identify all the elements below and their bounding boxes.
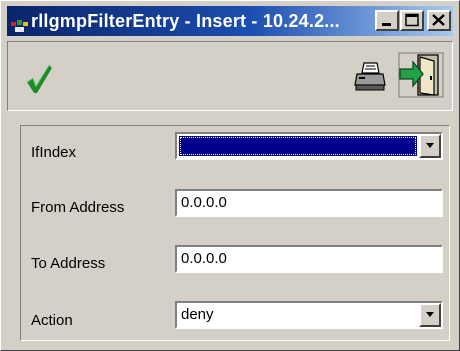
ok-button[interactable] [24,62,54,96]
dialog-window: rllgmpFilterEntry - Insert - 10.24.2... [0,0,460,351]
to-address-label: To Address [31,255,106,272]
from-address-label: From Address [31,199,125,216]
close-icon [432,14,445,26]
filter-entry-form: IfIndex From Address 0.0.0.0 To Address … [20,125,450,341]
window-title: rllgmpFilterEntry - Insert - 10.24.2... [31,11,340,31]
printer-icon [354,62,386,91]
ifindex-dropdown-button[interactable] [419,134,441,158]
minimize-icon [382,23,391,26]
action-value: deny [181,306,214,323]
print-button[interactable] [353,60,387,94]
app-icon [11,13,29,32]
exit-button[interactable] [398,52,444,98]
action-select[interactable]: deny [175,301,443,329]
chevron-down-icon [426,143,434,148]
toolbar [7,41,453,111]
action-label: Action [31,312,73,329]
action-dropdown-button[interactable] [419,303,441,327]
title-bar[interactable]: rllgmpFilterEntry - Insert - 10.24.2... [7,6,453,36]
chevron-down-icon [426,312,434,317]
exit-door-icon [398,52,444,98]
close-button[interactable] [427,10,451,31]
ifindex-select[interactable] [175,132,443,160]
ifindex-label: IfIndex [31,144,77,161]
checkmark-icon [26,64,52,93]
maximize-icon [405,13,419,27]
ifindex-selection [179,136,417,156]
maximize-button[interactable] [400,10,424,31]
from-address-input[interactable]: 0.0.0.0 [175,189,443,217]
minimize-button[interactable] [375,10,399,31]
to-address-input[interactable]: 0.0.0.0 [175,245,443,273]
